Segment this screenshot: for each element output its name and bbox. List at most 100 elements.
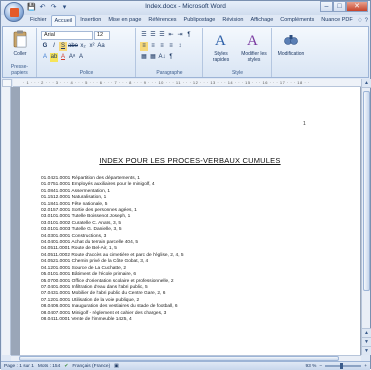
proofing-check-icon[interactable]: ✔ (64, 364, 68, 369)
document-area: 1 INDEX POUR LES PROCES-VERBAUX CUMULES … (11, 87, 361, 355)
title-bar: 💾 ↶ ↷ ▾ Index.docx - Microsoft Word – □ … (1, 1, 370, 15)
line-spacing-button[interactable]: ↕ (176, 42, 184, 51)
bold-button[interactable]: G (41, 42, 49, 51)
grow-font-button[interactable]: Aᵃ (68, 53, 76, 62)
vertical-scrollbar[interactable]: ▲ ▲ ▼ ▼ (361, 79, 371, 355)
index-line: 05.0700.0001 Office d'orientation scolai… (41, 278, 174, 284)
tab-complements[interactable]: Compléments (277, 15, 317, 26)
svg-text:A: A (247, 33, 258, 48)
word-window: 💾 ↶ ↷ ▾ Index.docx - Microsoft Word – □ … (0, 0, 371, 370)
horizontal-ruler[interactable]: · 1 · · · 2 · · · 3 · · · 4 · · · 5 · · … (13, 79, 363, 87)
tab-mise-en-page[interactable]: Mise en page (105, 15, 144, 26)
paragraph-mark-button[interactable]: ¶ (167, 53, 175, 62)
tabs-right-controls: ♢ ? (357, 15, 368, 26)
align-left-button[interactable]: ≡ (140, 42, 148, 51)
vertical-scroll-thumb[interactable] (363, 91, 370, 291)
scroll-down-button[interactable]: ▼ (362, 346, 371, 355)
bullets-button[interactable]: ☰ (140, 31, 148, 40)
index-line: 07.0431.0001 Mobilier de l'abri public d… (41, 291, 166, 297)
font-row-3: A ab A Aᵃ A (41, 53, 85, 62)
tab-insertion[interactable]: Insertion (77, 15, 104, 26)
minimize-button[interactable]: – (320, 1, 333, 12)
change-styles-label: Modifier les styles (241, 51, 267, 63)
clipboard-group-label: Presse-papiers (10, 64, 29, 76)
scroll-up-button[interactable]: ▲ (362, 79, 371, 88)
multilevel-button[interactable]: ☰ (158, 31, 166, 40)
change-styles-button[interactable]: A Modifier les styles (238, 30, 270, 63)
font-size-field[interactable]: 12 (94, 31, 110, 40)
quick-styles-label: Styles rapides (212, 51, 230, 63)
index-list: 01.0421.0001 Répartition des département… (41, 176, 184, 323)
editing-group: Modification (273, 28, 309, 77)
numbering-button[interactable]: ☰ (149, 31, 157, 40)
text-effects-button[interactable]: A (41, 53, 49, 62)
tab-accueil[interactable]: Accueil (50, 15, 77, 26)
font-group-label: Police (79, 70, 94, 76)
ribbon-minimize-icon[interactable]: ♢ (357, 17, 362, 24)
styles-group-label: Style (231, 70, 244, 76)
subscript-button[interactable]: x₂ (79, 42, 87, 51)
tab-fichier[interactable]: Fichier (27, 15, 50, 26)
ribbon: Coller Presse-papiers Arial 12 G I S abe… (2, 26, 369, 78)
paste-button[interactable]: Coller (6, 30, 34, 57)
editing-button[interactable]: Modification (275, 30, 307, 57)
quick-styles-icon: A (215, 33, 226, 49)
justify-button[interactable]: ≡ (167, 42, 175, 51)
zoom-in-button[interactable]: + (364, 364, 367, 369)
decrease-indent-button[interactable]: ⇤ (167, 31, 175, 40)
tab-references[interactable]: Références (145, 15, 179, 26)
office-logo-icon[interactable] (4, 2, 24, 22)
zoom-out-button[interactable]: − (319, 364, 322, 369)
superscript-button[interactable]: x² (88, 42, 96, 51)
next-page-button[interactable]: ▼ (362, 337, 371, 346)
font-name-field[interactable]: Arial (41, 31, 93, 40)
font-row-1: Arial 12 (41, 31, 110, 40)
close-button[interactable]: ✕ (346, 1, 368, 12)
page-count-status[interactable]: Page : 1 sur 1 (4, 364, 34, 369)
change-case-button[interactable]: Aa (97, 42, 105, 51)
zoom-level[interactable]: 93 % (305, 364, 316, 369)
window-controls: – □ ✕ (320, 1, 368, 12)
font-group: Arial 12 G I S abe x₂ x² Aa A ab A Aᵃ A … (38, 28, 136, 77)
tab-publipostage[interactable]: Publipostage (181, 15, 219, 26)
align-right-button[interactable]: ≡ (158, 42, 166, 51)
paragraph-row-1: ☰ ☰ ☰ ⇤ ⇥ ¶ (140, 31, 193, 40)
help-icon[interactable]: ? (365, 18, 368, 24)
maximize-button[interactable]: □ (333, 1, 346, 12)
macro-record-icon[interactable]: ▣ (114, 364, 119, 369)
clipboard-group: Coller Presse-papiers (3, 28, 37, 77)
borders-button[interactable]: ▦ (149, 53, 157, 62)
language-status[interactable]: Français (France) (72, 364, 110, 369)
ruler-ticks: · 1 · · · 2 · · · 3 · · · 4 · · · 5 · · … (23, 80, 310, 85)
highlight-button[interactable]: ab (50, 53, 58, 62)
zoom-slider[interactable] (325, 363, 362, 369)
shading-button[interactable]: ▦ (140, 53, 148, 62)
styles-group: A Styles rapides A Modifier les styles S… (204, 28, 272, 77)
paste-label: Coller (13, 51, 27, 57)
tab-nuance-pdf[interactable]: Nuance PDF (318, 15, 356, 26)
clear-format-button[interactable]: A (77, 53, 85, 62)
increase-indent-button[interactable]: ⇥ (176, 31, 184, 40)
word-count-status[interactable]: Mots : 154 (38, 364, 60, 369)
tab-affichage[interactable]: Affichage (247, 15, 276, 26)
editing-label: Modification (277, 51, 305, 57)
status-right: 93 % − + (305, 363, 370, 369)
font-color-button[interactable]: A (59, 53, 67, 62)
quick-styles-button[interactable]: A Styles rapides (206, 30, 236, 63)
align-center-button[interactable]: ≡ (149, 42, 157, 51)
underline-button[interactable]: S (59, 42, 67, 51)
clipboard-icon (13, 30, 27, 48)
paragraph-group-label: Paragraphe (156, 70, 183, 76)
show-marks-button[interactable]: ¶ (185, 31, 193, 40)
svg-text:A: A (215, 33, 226, 48)
ruler-tab-selector[interactable] (2, 79, 12, 87)
document-page[interactable]: 1 INDEX POUR LES PROCES-VERBAUX CUMULES … (20, 87, 360, 355)
sort-button[interactable]: A↓ (158, 53, 166, 62)
tab-revision[interactable]: Révision (219, 15, 246, 26)
paragraph-row-2: ≡ ≡ ≡ ≡ ↕ (140, 42, 184, 51)
strikethrough-button[interactable]: abe (68, 42, 78, 51)
vertical-ruler[interactable] (2, 87, 11, 355)
italic-button[interactable]: I (50, 42, 58, 51)
previous-page-button[interactable]: ▲ (362, 328, 371, 337)
document-title: INDEX POUR LES PROCES-VERBAUX CUMULES (99, 156, 281, 165)
